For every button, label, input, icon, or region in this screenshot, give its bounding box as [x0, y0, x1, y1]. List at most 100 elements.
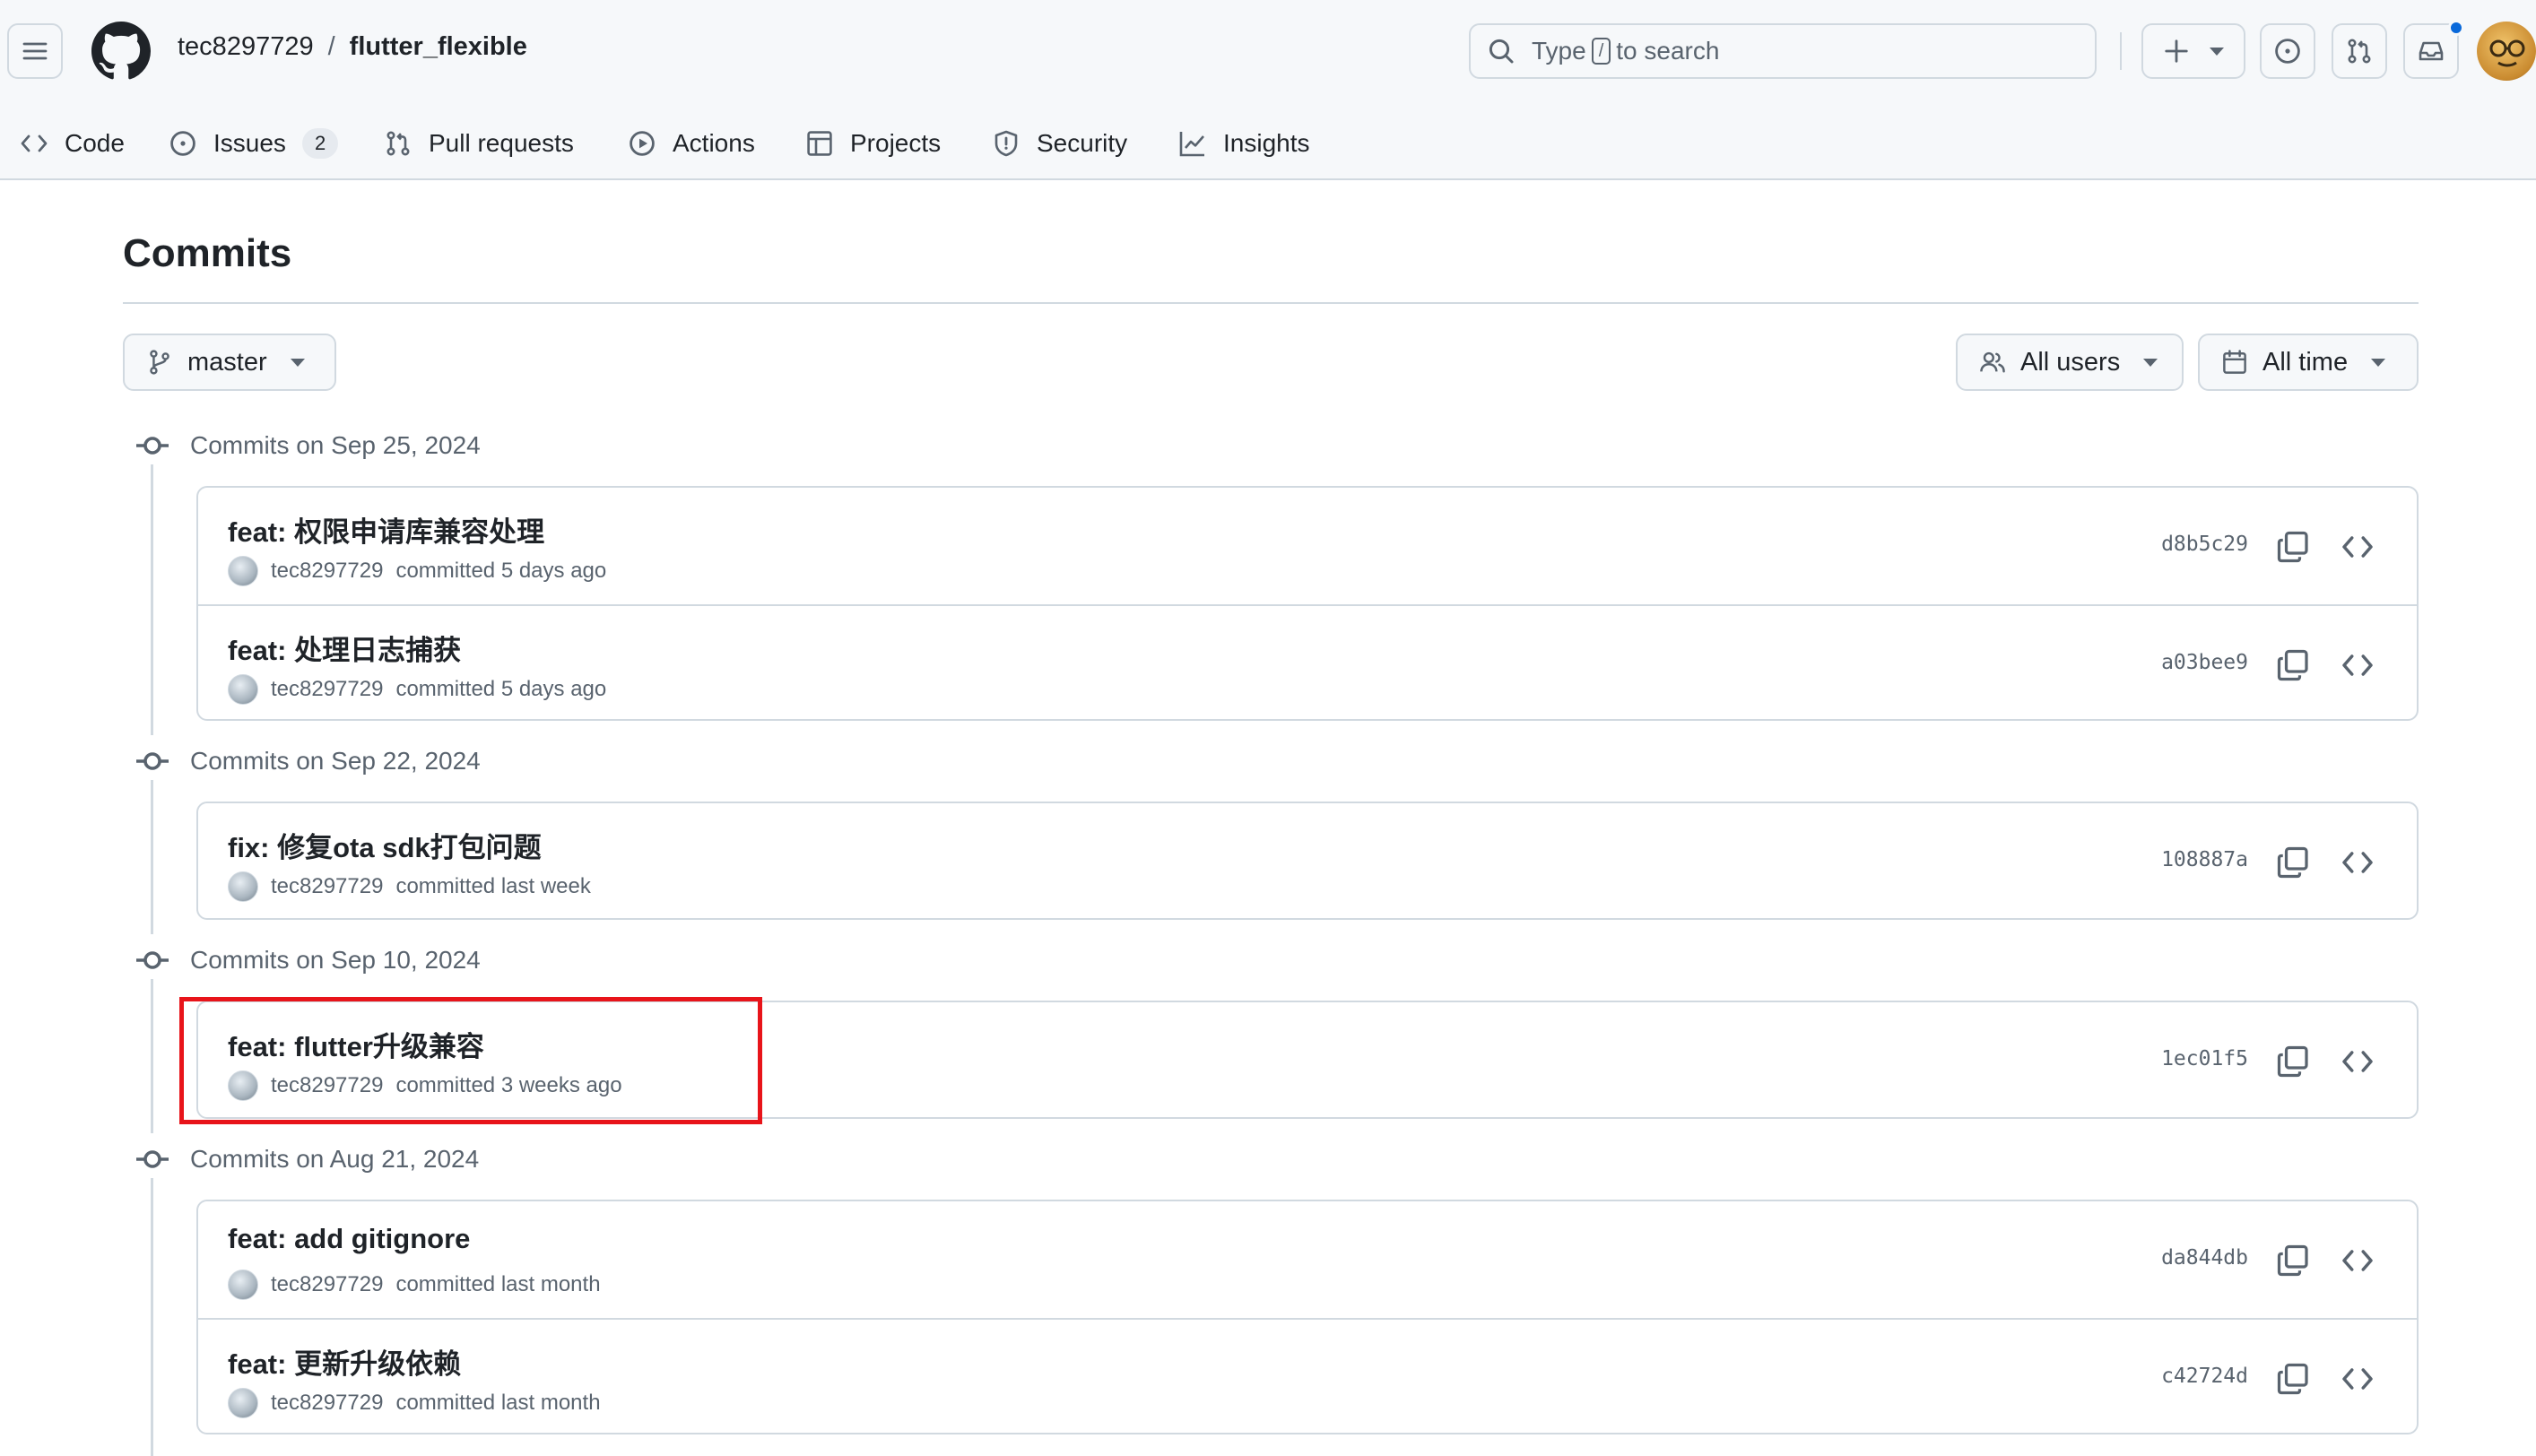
tab-pull-requests-label: Pull requests: [429, 129, 574, 157]
copy-icon[interactable]: [2275, 1044, 2311, 1079]
commit-time: committed last month: [395, 1391, 601, 1415]
search-input[interactable]: Type / to search: [1469, 23, 2097, 79]
tab-insights[interactable]: Insights: [1178, 120, 1310, 167]
menu-button[interactable]: [7, 23, 63, 79]
commit-list: feat: 权限申请库兼容处理 tec8297729 committed 5 d…: [196, 486, 2419, 721]
commit-meta: tec8297729 committed 5 days ago: [228, 674, 606, 705]
commit-group-header: Commits on Sep 25, 2024: [135, 428, 481, 464]
tab-projects[interactable]: Projects: [805, 120, 941, 167]
browse-code-icon[interactable]: [2340, 1361, 2375, 1397]
header-divider: [2120, 32, 2122, 70]
chevron-down-icon: [290, 358, 305, 367]
tab-projects-label: Projects: [850, 129, 942, 157]
commit-row[interactable]: feat: 更新升级依赖 tec8297729 committed last m…: [198, 1318, 2417, 1434]
browse-code-icon[interactable]: [2340, 1044, 2375, 1079]
commit-meta: tec8297729 committed last month: [228, 1270, 601, 1300]
commit-message-link[interactable]: feat: add gitignore: [228, 1223, 470, 1255]
commit-message-link[interactable]: feat: 处理日志捕获: [228, 628, 461, 668]
commit-sha-link[interactable]: a03bee9: [2161, 651, 2248, 674]
app-header: tec8297729 / flutter_flexible Type / to …: [0, 0, 2536, 180]
commit-author-link[interactable]: tec8297729: [271, 1391, 383, 1416]
commit-author-link[interactable]: tec8297729: [271, 1272, 383, 1297]
commit-message-link[interactable]: feat: flutter升级兼容: [228, 1024, 484, 1064]
commit-row[interactable]: fix: 修复ota sdk打包问题 tec8297729 committed …: [198, 803, 2417, 920]
issues-count-badge: 2: [301, 128, 339, 159]
commit-sha-link[interactable]: 1ec01f5: [2161, 1047, 2248, 1070]
plus-icon: [2165, 39, 2188, 63]
page-title: Commits: [123, 231, 292, 275]
copy-icon[interactable]: [2275, 529, 2311, 565]
tab-security[interactable]: Security: [992, 120, 1127, 167]
people-icon: [1980, 351, 2005, 373]
github-logo-icon[interactable]: [91, 22, 151, 81]
commit-group-header: Commits on Sep 22, 2024: [135, 743, 481, 779]
commit-meta: tec8297729 committed 5 days ago: [228, 556, 606, 586]
copy-icon[interactable]: [2275, 1243, 2311, 1278]
commit-group-date: Commits on Aug 21, 2024: [190, 1145, 480, 1173]
commit-row[interactable]: feat: add gitignore tec8297729 committed…: [198, 1201, 2417, 1318]
search-suffix: to search: [1616, 37, 1720, 65]
commit-author-link[interactable]: tec8297729: [271, 874, 383, 899]
create-new-button[interactable]: [2141, 23, 2245, 79]
author-avatar[interactable]: [228, 1070, 258, 1101]
commit-author-link[interactable]: tec8297729: [271, 677, 383, 702]
avatar-face-icon: [2489, 39, 2525, 67]
tab-actions-label: Actions: [673, 129, 755, 157]
tab-issues[interactable]: Issues 2: [169, 120, 339, 167]
browse-code-icon[interactable]: [2340, 1243, 2375, 1278]
table-icon: [807, 131, 832, 156]
tab-issues-label: Issues: [213, 129, 286, 157]
author-avatar[interactable]: [228, 674, 258, 705]
commit-author-link[interactable]: tec8297729: [271, 559, 383, 584]
commit-group-header: Commits on Aug 21, 2024: [135, 1141, 479, 1177]
users-filter[interactable]: All users: [1956, 334, 2184, 391]
user-avatar[interactable]: [2477, 22, 2536, 81]
commit-row[interactable]: feat: flutter升级兼容 tec8297729 committed 3…: [198, 1002, 2417, 1119]
commit-message-link[interactable]: feat: 权限申请库兼容处理: [228, 509, 544, 550]
commit-list: fix: 修复ota sdk打包问题 tec8297729 committed …: [196, 802, 2419, 920]
repo-owner-link[interactable]: tec8297729: [178, 32, 314, 62]
search-shortcut-key: /: [1591, 38, 1611, 65]
author-avatar[interactable]: [228, 1270, 258, 1300]
search-icon: [1489, 39, 1514, 64]
commit-message-link[interactable]: fix: 修复ota sdk打包问题: [228, 825, 542, 865]
timeline-line: [151, 780, 153, 934]
author-avatar[interactable]: [228, 871, 258, 902]
inbox-icon: [2419, 41, 2444, 61]
commit-sha-link[interactable]: c42724d: [2161, 1365, 2248, 1388]
top-bar: tec8297729 / flutter_flexible Type / to …: [0, 0, 2536, 103]
commit-row[interactable]: feat: 权限申请库兼容处理 tec8297729 committed 5 d…: [198, 488, 2417, 604]
branch-selector[interactable]: master: [123, 334, 336, 391]
commit-sha-link[interactable]: 108887a: [2161, 848, 2248, 871]
branch-name: master: [187, 347, 267, 377]
commit-time: committed 5 days ago: [395, 559, 607, 583]
tab-security-label: Security: [1037, 129, 1128, 157]
browse-code-icon[interactable]: [2340, 529, 2375, 565]
author-avatar[interactable]: [228, 1388, 258, 1418]
tab-code[interactable]: Code: [20, 120, 125, 167]
chevron-down-icon: [2371, 358, 2386, 367]
commit-sha-link[interactable]: d8b5c29: [2161, 533, 2248, 556]
copy-icon[interactable]: [2275, 1361, 2311, 1397]
time-filter[interactable]: All time: [2198, 334, 2419, 391]
commit-group-date: Commits on Sep 22, 2024: [190, 747, 481, 775]
repo-name-link[interactable]: flutter_flexible: [350, 32, 527, 62]
commit-time: committed 5 days ago: [395, 677, 607, 701]
copy-icon[interactable]: [2275, 845, 2311, 880]
commit-author-link[interactable]: tec8297729: [271, 1073, 383, 1098]
commit-sha-link[interactable]: da844db: [2161, 1246, 2248, 1270]
timeline-line: [151, 464, 153, 735]
issues-button[interactable]: [2260, 23, 2315, 79]
pull-requests-button[interactable]: [2332, 23, 2387, 79]
notification-dot: [2448, 20, 2464, 36]
tab-actions[interactable]: Actions: [628, 120, 755, 167]
commit-message-link[interactable]: feat: 更新升级依赖: [228, 1341, 461, 1382]
chevron-down-icon: [2143, 358, 2158, 367]
issue-opened-icon: [2275, 39, 2300, 64]
browse-code-icon[interactable]: [2340, 845, 2375, 880]
copy-icon[interactable]: [2275, 647, 2311, 683]
browse-code-icon[interactable]: [2340, 647, 2375, 683]
tab-pull-requests[interactable]: Pull requests: [384, 120, 574, 167]
commit-row[interactable]: feat: 处理日志捕获 tec8297729 committed 5 days…: [198, 604, 2417, 721]
author-avatar[interactable]: [228, 556, 258, 586]
